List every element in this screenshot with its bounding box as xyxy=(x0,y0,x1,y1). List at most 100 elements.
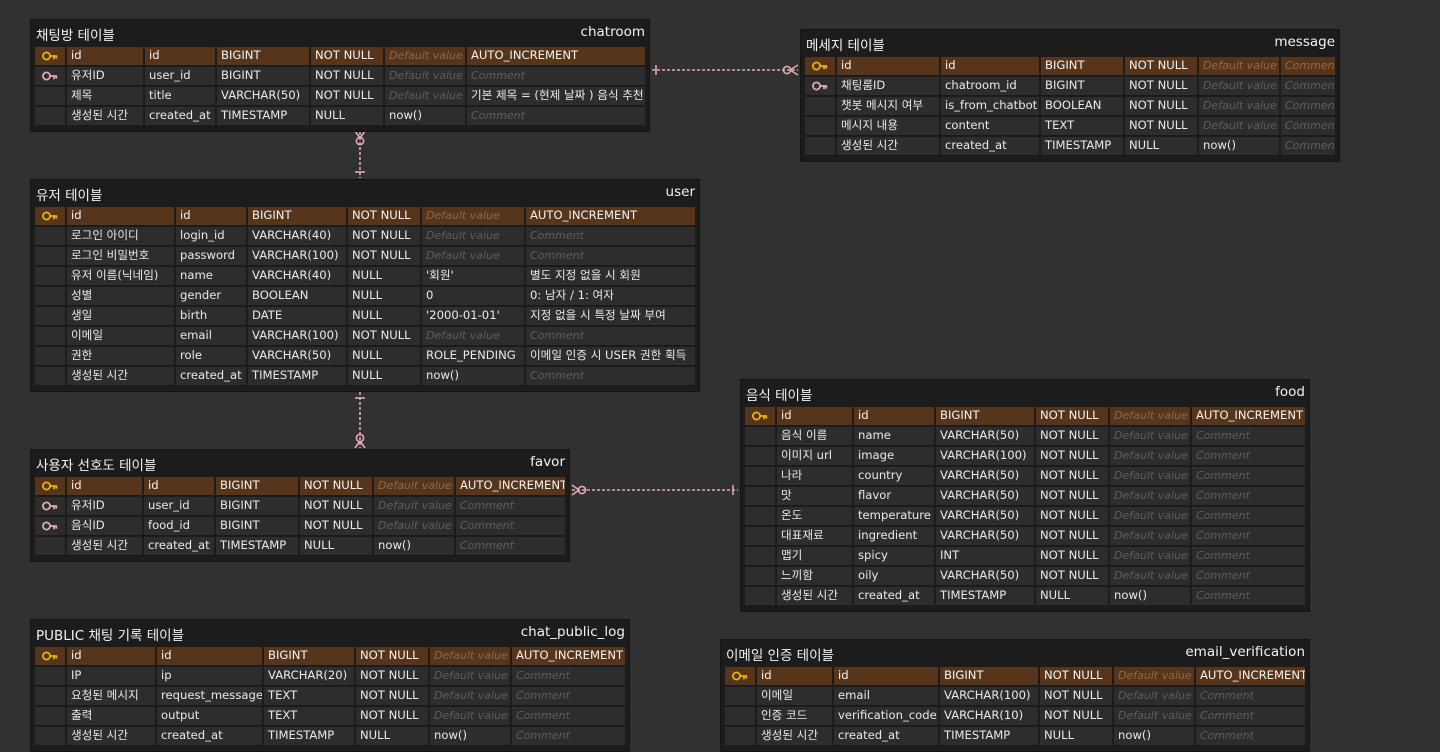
comment-placeholder[interactable]: Comment xyxy=(1281,77,1335,96)
column-row[interactable]: id id BIGINT NOT NULL Default value AUTO_INCR… xyxy=(35,647,625,667)
nullability-cell[interactable]: NOT NULL xyxy=(1036,447,1108,466)
physical-name-cell[interactable]: id xyxy=(854,407,934,426)
physical-name-cell[interactable]: email xyxy=(176,327,246,346)
table-header[interactable]: 유저 테이블 user xyxy=(31,180,699,204)
physical-name-cell[interactable]: id xyxy=(144,477,214,496)
default-value-placeholder[interactable]: Default value xyxy=(422,227,524,246)
data-type-cell[interactable]: VARCHAR(40) xyxy=(248,267,346,286)
logical-name-cell[interactable]: 이메일 xyxy=(757,687,832,706)
nullability-cell[interactable]: NULL xyxy=(311,107,383,126)
data-type-cell[interactable]: TEXT xyxy=(1041,117,1123,136)
column-row[interactable]: 생성된 시간 created_at TIMESTAMP NULL now() Commen… xyxy=(745,587,1305,607)
comment-placeholder[interactable]: Comment xyxy=(1192,427,1305,446)
table-header[interactable]: 채팅방 테이블 chatroom xyxy=(31,20,649,44)
nullability-cell[interactable]: NOT NULL xyxy=(311,47,383,66)
logical-name-cell[interactable]: 음식 이름 xyxy=(777,427,852,446)
physical-name-cell[interactable]: user_id xyxy=(144,497,214,516)
data-type-cell[interactable]: VARCHAR(50) xyxy=(936,567,1034,586)
default-value-placeholder[interactable]: Default value xyxy=(422,207,524,226)
comment-placeholder[interactable]: Comment xyxy=(526,227,695,246)
data-type-cell[interactable]: BIGINT xyxy=(936,407,1034,426)
default-value-placeholder[interactable]: Default value xyxy=(1199,117,1279,136)
data-type-cell[interactable]: VARCHAR(40) xyxy=(248,227,346,246)
column-row[interactable]: 유저ID user_id BIGINT NOT NULL Default value Co… xyxy=(35,497,565,517)
physical-name-cell[interactable]: food_id xyxy=(144,517,214,536)
nullability-cell[interactable]: NOT NULL xyxy=(311,87,383,106)
table-message[interactable]: 메세지 테이블 message id id BIGINT NOT NULL Default … xyxy=(801,30,1339,161)
logical-name-cell[interactable]: 생성된 시간 xyxy=(67,367,174,386)
data-type-cell[interactable]: BIGINT xyxy=(216,477,298,496)
logical-name-cell[interactable]: id xyxy=(757,667,832,686)
logical-name-cell[interactable]: 생성된 시간 xyxy=(777,587,852,606)
logical-name-cell[interactable]: 요청된 메시지 xyxy=(67,687,155,706)
logical-name-cell[interactable]: 이미지 url xyxy=(777,447,852,466)
physical-name-cell[interactable]: password xyxy=(176,247,246,266)
comment-placeholder[interactable]: Comment xyxy=(512,667,625,686)
comment-placeholder[interactable]: Comment xyxy=(526,327,695,346)
data-type-cell[interactable]: VARCHAR(100) xyxy=(248,327,346,346)
default-value-cell[interactable]: now() xyxy=(422,367,524,386)
physical-name-cell[interactable]: output xyxy=(157,707,262,726)
logical-name-cell[interactable]: 제목 xyxy=(67,87,143,106)
default-value-placeholder[interactable]: Default value xyxy=(1199,77,1279,96)
comment-placeholder[interactable]: Comment xyxy=(512,707,625,726)
comment-placeholder[interactable]: Comment xyxy=(1192,587,1305,606)
physical-name-cell[interactable]: id xyxy=(157,647,262,666)
comment-placeholder[interactable]: Comment xyxy=(467,107,645,126)
default-value-placeholder[interactable]: Default value xyxy=(422,327,524,346)
column-row[interactable]: id id BIGINT NOT NULL Default value AUTO_INCR… xyxy=(35,207,695,227)
data-type-cell[interactable]: TIMESTAMP xyxy=(936,587,1034,606)
logical-name-cell[interactable]: 채팅룸ID xyxy=(837,77,939,96)
data-type-cell[interactable]: VARCHAR(50) xyxy=(217,87,309,106)
default-value-cell[interactable]: now() xyxy=(1114,727,1194,746)
data-type-cell[interactable]: VARCHAR(50) xyxy=(936,487,1034,506)
comment-placeholder[interactable]: Comment xyxy=(1196,707,1305,726)
data-type-cell[interactable]: VARCHAR(100) xyxy=(936,447,1034,466)
comment-cell[interactable]: AUTO_INCREMENT xyxy=(526,207,695,226)
physical-name-cell[interactable]: created_at xyxy=(145,107,215,126)
column-row[interactable]: 음식ID food_id BIGINT NOT NULL Default value Co… xyxy=(35,517,565,537)
table-favor[interactable]: 사용자 선호도 테이블 favor id id BIGINT NOT NULL Defaul… xyxy=(31,450,569,561)
default-value-placeholder[interactable]: Default value xyxy=(1110,507,1190,526)
data-type-cell[interactable]: TIMESTAMP xyxy=(217,107,309,126)
physical-name-cell[interactable]: title xyxy=(145,87,215,106)
column-row[interactable]: 생성된 시간 created_at TIMESTAMP NULL now() Commen… xyxy=(35,537,565,557)
column-row[interactable]: 맛 flavor VARCHAR(50) NOT NULL Default value C… xyxy=(745,487,1305,507)
logical-name-cell[interactable]: 생성된 시간 xyxy=(67,107,143,126)
logical-name-cell[interactable]: 생일 xyxy=(67,307,174,326)
physical-name-cell[interactable]: created_at xyxy=(157,727,262,746)
physical-name-cell[interactable]: image xyxy=(854,447,934,466)
data-type-cell[interactable]: TEXT xyxy=(264,707,354,726)
default-value-cell[interactable]: 0 xyxy=(422,287,524,306)
default-value-placeholder[interactable]: Default value xyxy=(1110,527,1190,546)
nullability-cell[interactable]: NOT NULL xyxy=(311,67,383,86)
data-type-cell[interactable]: VARCHAR(10) xyxy=(940,707,1038,726)
nullability-cell[interactable]: NOT NULL xyxy=(1125,117,1197,136)
nullability-cell[interactable]: NOT NULL xyxy=(356,687,428,706)
physical-name-cell[interactable]: id xyxy=(834,667,938,686)
nullability-cell[interactable]: NOT NULL xyxy=(1036,467,1108,486)
physical-name-cell[interactable]: temperature xyxy=(854,507,934,526)
column-row[interactable]: 이미지 url image VARCHAR(100) NOT NULL Default … xyxy=(745,447,1305,467)
comment-placeholder[interactable]: Comment xyxy=(1192,507,1305,526)
column-row[interactable]: 대표재료 ingredient VARCHAR(50) NOT NULL Default… xyxy=(745,527,1305,547)
logical-name-cell[interactable]: 유저 이름(닉네임) xyxy=(67,267,174,286)
nullability-cell[interactable]: NOT NULL xyxy=(348,227,420,246)
comment-placeholder[interactable]: Comment xyxy=(512,687,625,706)
table-email-verification[interactable]: 이메일 인증 테이블 email_verification id id BIGINT NO… xyxy=(721,640,1309,751)
default-value-placeholder[interactable]: Default value xyxy=(1110,467,1190,486)
default-value-placeholder[interactable]: Default value xyxy=(1110,447,1190,466)
logical-name-cell[interactable]: 유저ID xyxy=(67,497,142,516)
column-row[interactable]: 생성된 시간 created_at TIMESTAMP NULL now() Commen… xyxy=(35,367,695,387)
default-value-placeholder[interactable]: Default value xyxy=(1199,97,1279,116)
data-type-cell[interactable]: VARCHAR(50) xyxy=(936,467,1034,486)
logical-name-cell[interactable]: 맵기 xyxy=(777,547,852,566)
comment-placeholder[interactable]: Comment xyxy=(1281,117,1335,136)
nullability-cell[interactable]: NOT NULL xyxy=(300,517,372,536)
table-chatroom[interactable]: 채팅방 테이블 chatroom id id BIGINT NOT NULL Default… xyxy=(31,20,649,131)
column-row[interactable]: 챗봇 메시지 여부 is_from_chatbot BOOLEAN NOT NULL D… xyxy=(805,97,1335,117)
comment-cell[interactable]: 지정 없을 시 특정 날짜 부여 xyxy=(526,307,695,326)
table-food[interactable]: 음식 테이블 food id id BIGINT NOT NULL Default valu… xyxy=(741,380,1309,611)
nullability-cell[interactable]: NOT NULL xyxy=(1036,487,1108,506)
logical-name-cell[interactable]: 대표재료 xyxy=(777,527,852,546)
